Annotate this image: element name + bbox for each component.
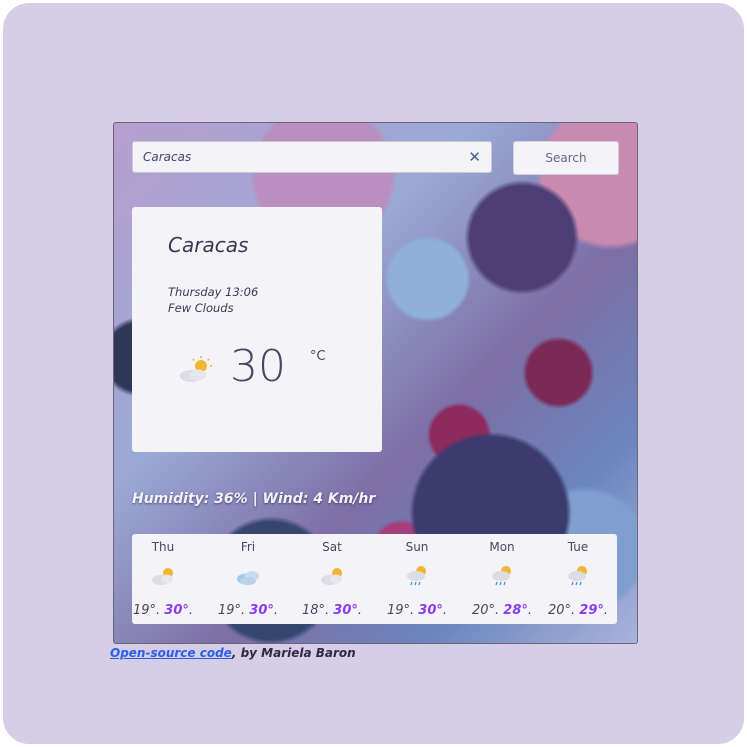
max-temp: 30° [164, 603, 189, 618]
day-name: Mon [489, 540, 515, 554]
min-temp: 20° [547, 603, 572, 618]
weather-app: ✕ Search Caracas Thursday 13:06 Few Clou… [113, 122, 638, 644]
current-temperature: 30 [230, 341, 286, 392]
max-temp: 28° [503, 603, 528, 618]
day-name: Tue [567, 540, 589, 554]
forecast-day-mon: Mon 20°. 28°. [461, 534, 543, 624]
search-button[interactable]: Search [513, 141, 619, 175]
min-temp: 19° [386, 603, 411, 618]
day-temperatures: 20°. 29°. [547, 603, 609, 618]
sun-rain-icon [492, 566, 511, 586]
day-name: Sun [405, 540, 429, 554]
day-name: Fri [240, 540, 256, 554]
city-name: Caracas [168, 233, 249, 257]
forecast-card: Thu 19°. 30°. Fri 19°. 30°. Sat 18°. 30°… [132, 534, 617, 624]
open-source-link[interactable]: Open-source code [110, 646, 232, 660]
search-box: ✕ [132, 141, 492, 173]
forecast-day-thu: Thu 19°. 30°. [122, 534, 204, 624]
partly-cloudy-icon [180, 356, 212, 382]
humidity-wind-text: Humidity: 36% | Wind: 4 Km/hr [132, 491, 376, 507]
max-temp: 30° [249, 603, 274, 618]
credit-line: Open-source code, by Mariela Baron [110, 646, 356, 660]
close-icon[interactable]: ✕ [468, 147, 481, 167]
current-weather-card: Caracas Thursday 13:06 Few Clouds 30 °C [132, 207, 382, 452]
forecast-day-tue: Tue 20°. 29°. [537, 534, 619, 624]
search-input[interactable] [143, 148, 443, 166]
min-temp: 19° [132, 603, 157, 618]
sun-rain-icon [407, 566, 426, 586]
weather-condition: Few Clouds [168, 301, 234, 315]
date-time: Thursday 13:06 [168, 285, 259, 299]
cloudy-icon [237, 571, 259, 585]
min-temp: 19° [217, 603, 242, 618]
forecast-day-sat: Sat 18°. 30°. [291, 534, 373, 624]
partly-cloudy-icon [152, 568, 173, 585]
temperature-unit: °C [310, 349, 326, 364]
min-temp: 20° [471, 603, 496, 618]
partly-cloudy-icon [321, 568, 342, 585]
credit-author: , by Mariela Baron [231, 646, 356, 660]
max-temp: 30° [418, 603, 443, 618]
day-name: Thu [151, 540, 175, 554]
forecast-day-sun: Sun 19°. 30°. [376, 534, 458, 624]
day-temperatures: 19°. 30°. [132, 603, 194, 618]
page-background: ✕ Search Caracas Thursday 13:06 Few Clou… [3, 3, 744, 744]
day-name: Sat [322, 540, 342, 554]
sun-rain-icon [568, 566, 587, 586]
day-temperatures: 19°. 30°. [217, 603, 279, 618]
max-temp: 30° [333, 603, 358, 618]
day-temperatures: 20°. 28°. [471, 603, 533, 618]
day-temperatures: 18°. 30°. [301, 603, 363, 618]
forecast-day-fri: Fri 19°. 30°. [207, 534, 289, 624]
max-temp: 29° [579, 603, 604, 618]
day-temperatures: 19°. 30°. [386, 603, 448, 618]
min-temp: 18° [301, 603, 326, 618]
